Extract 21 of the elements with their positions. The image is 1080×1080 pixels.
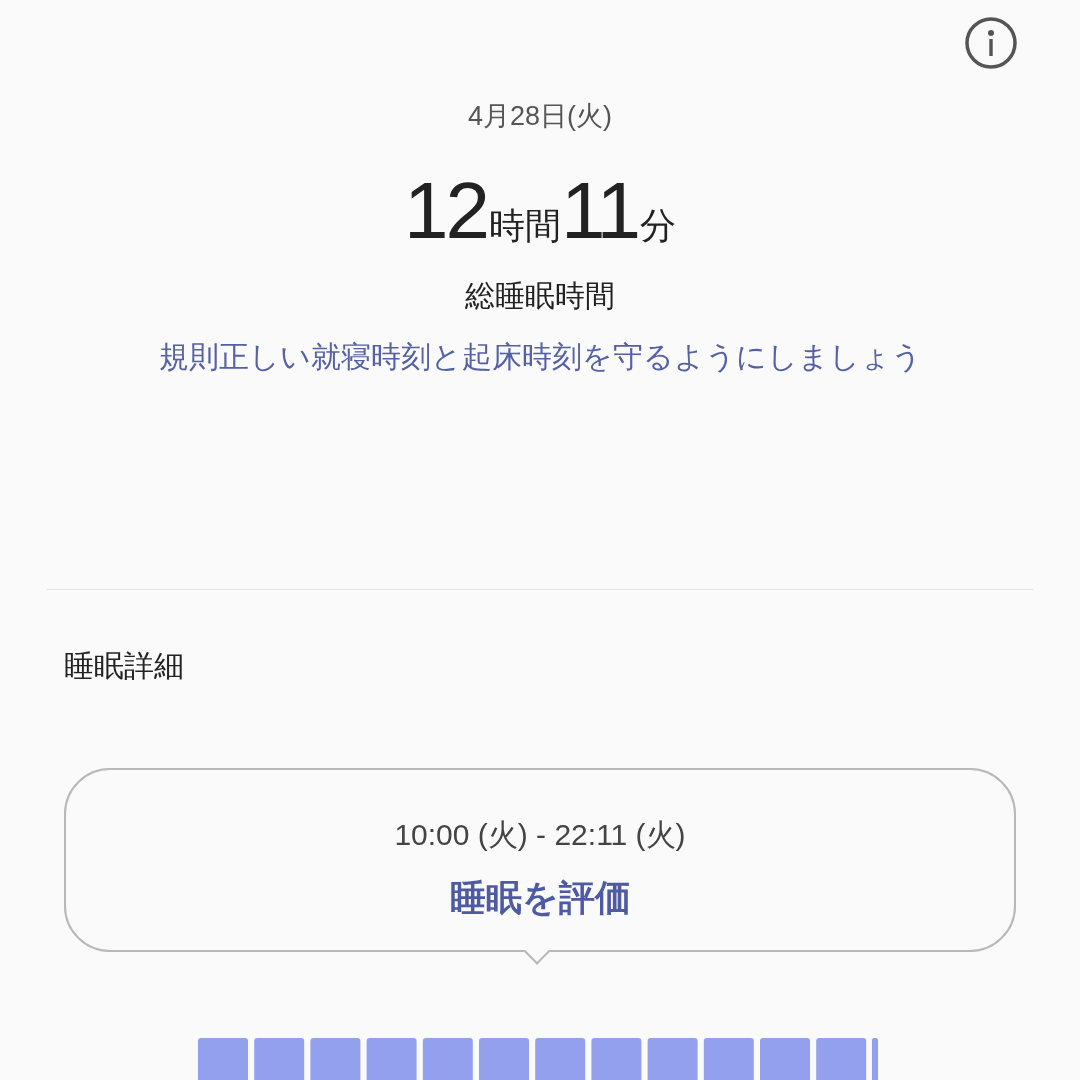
sleep-bar (254, 1038, 305, 1080)
sleep-bar (422, 1038, 473, 1080)
sleep-bar (647, 1038, 698, 1080)
sleep-bar (366, 1038, 417, 1080)
sleep-bar (591, 1038, 642, 1080)
rate-sleep-link[interactable]: 睡眠を評価 (449, 871, 631, 925)
section-title: 睡眠詳細 (64, 648, 185, 684)
time-range: 10:00 (火) - 22:11 (火) (394, 817, 686, 853)
sleep-bar (479, 1038, 529, 1080)
sleep-bar (872, 1038, 878, 1080)
advice-text: 規則正しい就寝時刻と起床時刻を守るようにしましょう (158, 338, 922, 375)
sleep-bar (310, 1038, 361, 1080)
info-icon[interactable] (964, 16, 1018, 70)
duration-label: 総睡眠時間 (465, 277, 615, 314)
sleep-bar (760, 1038, 810, 1080)
sleep-duration: 12時間 11分 (404, 170, 676, 257)
sleep-bar (198, 1038, 248, 1080)
sleep-bar (703, 1038, 754, 1080)
sleep-bar (816, 1038, 867, 1080)
date-label: 4月28日(火) (468, 100, 612, 133)
sleep-bar (535, 1038, 586, 1080)
